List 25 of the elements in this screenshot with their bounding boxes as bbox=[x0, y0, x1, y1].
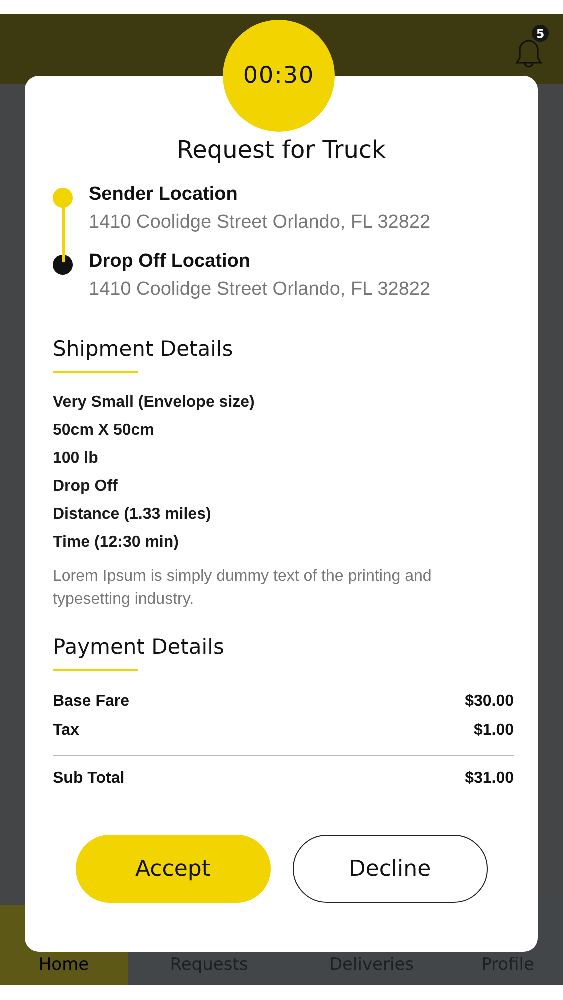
end-dot bbox=[53, 255, 73, 275]
fare-label: Tax bbox=[53, 721, 80, 741]
section-heading: Payment Details bbox=[53, 635, 224, 659]
modal-title: Request for Truck bbox=[176, 136, 388, 164]
decline-button[interactable]: Decline bbox=[292, 835, 488, 903]
shipment-detail: Drop Off bbox=[53, 477, 119, 497]
fare-label: Base Fare bbox=[53, 692, 130, 712]
shipment-detail: Time (12:30 min) bbox=[53, 533, 180, 553]
notification-badge: 5 bbox=[532, 25, 549, 42]
location-address: 1410 Coolidge Street Orlando, FL 32822 bbox=[89, 279, 431, 301]
accept-button[interactable]: Accept bbox=[76, 835, 270, 903]
shipment-note: Lorem Ipsum is simply dummy text of the printing and typesetting industry. bbox=[53, 567, 433, 610]
location-label: Drop Off Location bbox=[89, 251, 252, 273]
location-address: 1410 Coolidge Street Orlando, FL 32822 bbox=[89, 212, 431, 234]
shipment-detail: Very Small (Envelope size) bbox=[53, 393, 256, 413]
subtotal-label: Sub Total bbox=[53, 769, 125, 789]
location-label: Sender Location bbox=[89, 184, 239, 206]
shipment-detail: 50cm X 50cm bbox=[53, 421, 156, 441]
subtotal-amount: $31.00 bbox=[465, 769, 514, 789]
fare-amount: $30.00 bbox=[465, 692, 514, 712]
section-heading: Shipment Details bbox=[53, 337, 234, 361]
start-dot bbox=[53, 188, 73, 208]
fare-amount: $1.00 bbox=[474, 721, 514, 741]
shipment-detail: Distance (1.33 miles) bbox=[53, 505, 212, 525]
shipment-detail: 100 lb bbox=[53, 449, 100, 469]
